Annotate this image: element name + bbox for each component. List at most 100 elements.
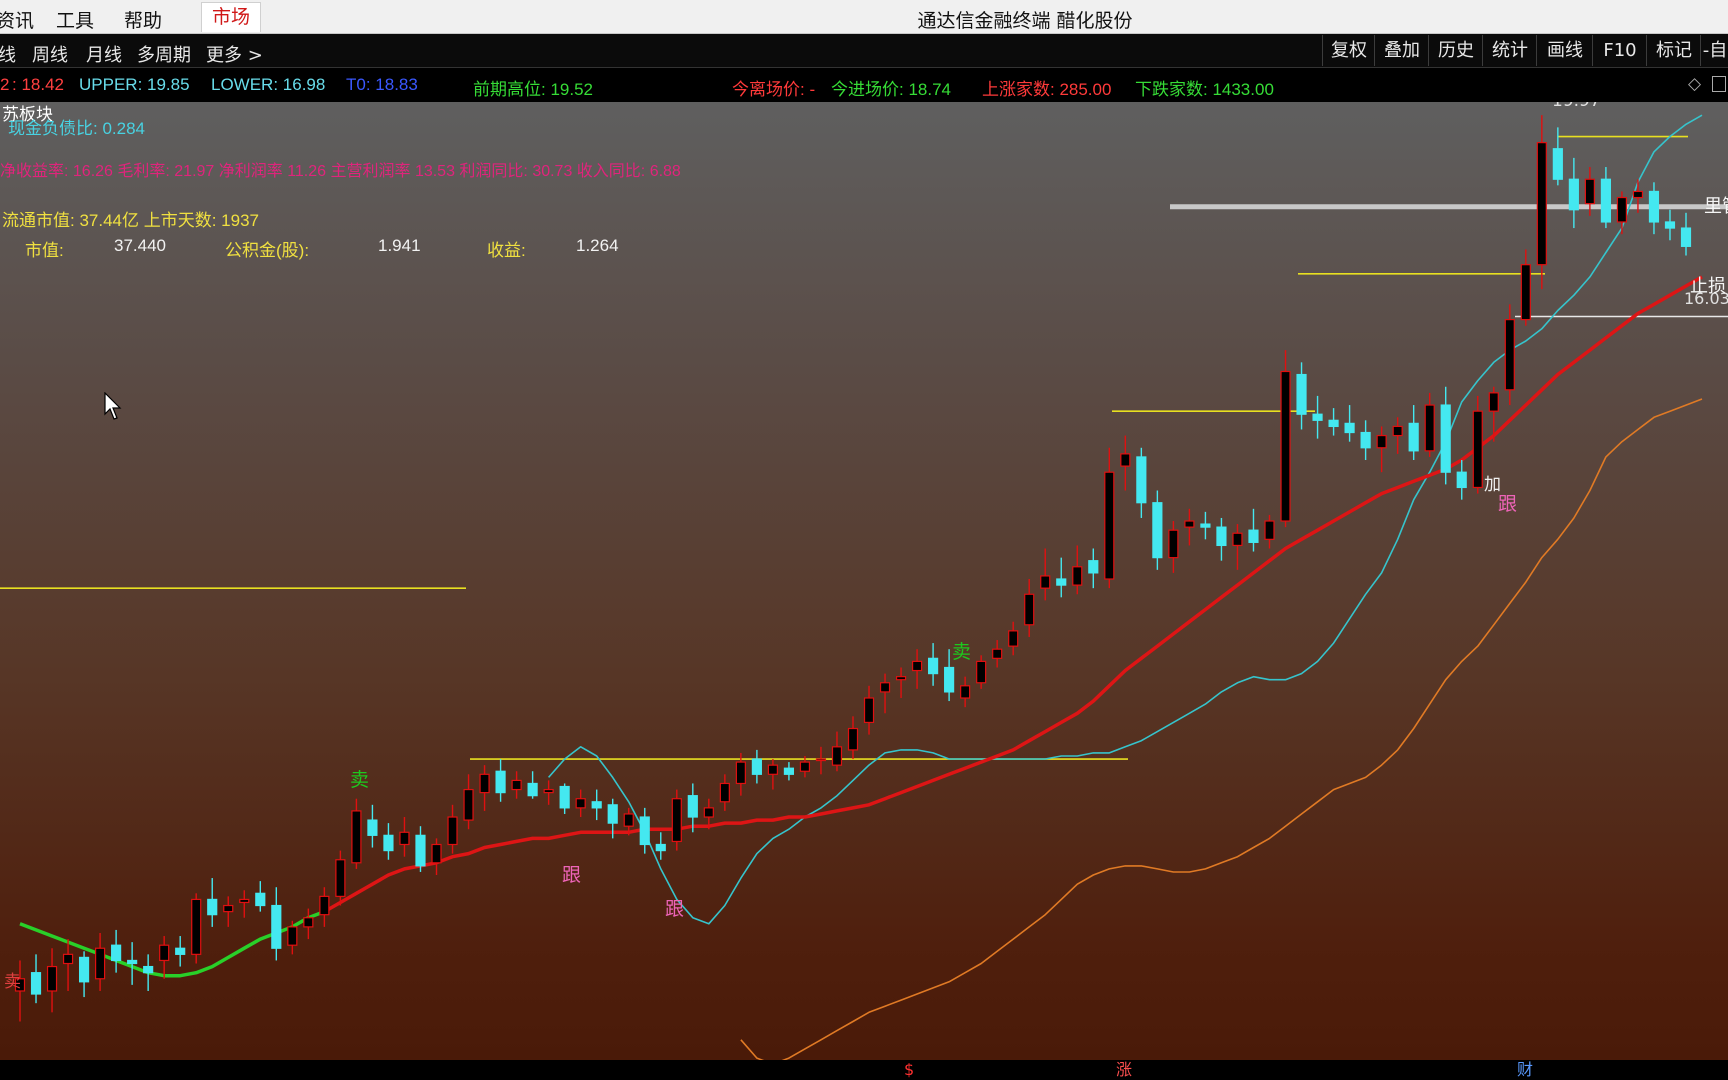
period-more[interactable]: 更多 > bbox=[206, 41, 263, 67]
candle-body bbox=[271, 904, 282, 949]
candle-body bbox=[1072, 566, 1083, 586]
candle-body bbox=[1216, 526, 1227, 547]
period-week[interactable]: 周线 bbox=[32, 41, 68, 67]
candle-body bbox=[239, 898, 250, 904]
candle-body bbox=[1168, 529, 1179, 559]
bottom-marker-rise[interactable]: 涨 bbox=[1116, 1060, 1132, 1080]
candle-body bbox=[463, 788, 474, 821]
bottom-marker-finance[interactable]: 财 bbox=[1517, 1060, 1533, 1080]
candle-body bbox=[1152, 502, 1163, 559]
candle-body bbox=[1184, 520, 1195, 528]
sell-signal-label: 卖 bbox=[4, 972, 21, 992]
candle-body bbox=[159, 944, 170, 962]
candle-body bbox=[928, 657, 939, 675]
candle-body bbox=[1520, 264, 1531, 321]
candle-body bbox=[1280, 370, 1291, 522]
candle-body bbox=[351, 810, 362, 864]
candle-body bbox=[479, 773, 490, 794]
candle-body bbox=[1392, 425, 1403, 437]
candle-body bbox=[1136, 456, 1147, 504]
candle-body bbox=[495, 770, 506, 794]
market-tab[interactable]: 市场 bbox=[201, 2, 261, 32]
candle-body bbox=[78, 956, 90, 983]
candle-body bbox=[1040, 575, 1051, 589]
candle-body bbox=[623, 813, 634, 827]
candle-body bbox=[719, 782, 730, 803]
menu-tools[interactable]: 工具 bbox=[56, 6, 94, 33]
indicator-t0: T0: 18.83 bbox=[346, 75, 418, 94]
candle-body bbox=[95, 947, 106, 980]
indicator-up-count: 上涨家数: 285.00 bbox=[982, 80, 1112, 99]
menubar: 资讯 工具 帮助 市场 通达信金融终端 醋化股份 bbox=[0, 0, 1728, 34]
eps-value: 1.264 bbox=[576, 236, 619, 255]
indicator-prev-high: 前期高位: 19.52 bbox=[473, 80, 593, 99]
candle-body bbox=[143, 965, 154, 974]
indicator-bar: 2 : 18.42 UPPER: 19.85 LOWER: 16.98 T0: … bbox=[0, 68, 1728, 102]
candle-body bbox=[191, 898, 202, 955]
candle-body bbox=[895, 676, 907, 681]
stats-button[interactable]: 统计 bbox=[1482, 35, 1537, 66]
menu-info[interactable]: 资讯 bbox=[0, 6, 34, 33]
window-toggle-icon[interactable] bbox=[1712, 76, 1726, 92]
diamond-icon[interactable]: ◇ bbox=[1688, 74, 1701, 94]
candle-body bbox=[335, 859, 346, 897]
candle-body bbox=[1296, 373, 1307, 415]
candle-body bbox=[1680, 227, 1692, 247]
ma-line-red bbox=[323, 275, 1703, 914]
overlay-button[interactable]: 叠加 bbox=[1374, 35, 1429, 66]
restore-rights-button[interactable]: 复权 bbox=[1322, 35, 1375, 66]
draw-button[interactable]: 画线 bbox=[1536, 35, 1593, 66]
candle-body bbox=[1440, 404, 1451, 473]
period-day[interactable]: 线 bbox=[0, 41, 16, 67]
candle-body bbox=[1536, 142, 1547, 266]
candle-body bbox=[303, 917, 314, 928]
follow-signal-label: 跟 bbox=[1498, 493, 1517, 515]
history-button[interactable]: 历史 bbox=[1428, 35, 1483, 66]
candle-body bbox=[415, 834, 426, 867]
candle-body bbox=[431, 843, 442, 864]
stop-loss-label: 止损 bbox=[1690, 276, 1726, 297]
kline-chart[interactable]: 卖卖卖跟跟跟加19.9716.03里管止损 苏板块 现金负债比: 0.284 净… bbox=[0, 102, 1728, 1060]
candle-body bbox=[1488, 392, 1499, 412]
f10-button[interactable]: F10 bbox=[1592, 35, 1647, 66]
period-month[interactable]: 月线 bbox=[86, 41, 122, 67]
candle-body bbox=[1664, 221, 1676, 229]
candle-body bbox=[671, 798, 682, 843]
candle-body bbox=[1264, 520, 1275, 540]
candle-body bbox=[735, 761, 746, 785]
candle-body bbox=[831, 746, 843, 766]
float-cap-label: 流通市值: 37.44亿 上市天数: 1937 bbox=[2, 211, 259, 230]
candle-body bbox=[655, 843, 666, 852]
period-multi[interactable]: 多周期 bbox=[137, 41, 191, 67]
lower-band-line bbox=[740, 398, 1703, 1060]
period-toolbar: 线 周线 月线 多周期 更多 > 复权 叠加 历史 统计 画线 F10 标记 -… bbox=[0, 34, 1728, 68]
candle-body bbox=[223, 904, 234, 913]
bottom-marker-dollar[interactable]: $ bbox=[904, 1060, 914, 1080]
candle-body bbox=[1248, 529, 1259, 543]
candle-body bbox=[863, 697, 875, 724]
mouse-cursor-icon bbox=[104, 392, 122, 420]
candle-body bbox=[639, 816, 650, 846]
indicator-entry-price: 今进场价: 18.74 bbox=[831, 80, 951, 99]
candle-body bbox=[111, 944, 122, 962]
menu-help[interactable]: 帮助 bbox=[124, 6, 162, 33]
candle-body bbox=[1376, 434, 1387, 449]
candle-body bbox=[1024, 593, 1035, 626]
mkt-value: 37.440 bbox=[114, 236, 166, 255]
candle-body bbox=[976, 660, 987, 684]
follow-signal-label: 跟 bbox=[562, 864, 581, 886]
candle-body bbox=[1632, 190, 1644, 199]
high-price-label: 19.97 bbox=[1552, 102, 1601, 111]
candle-body bbox=[207, 898, 218, 916]
mark-button[interactable]: 标记 bbox=[1646, 35, 1701, 66]
cash-ratio-label: 现金负债比: 0.284 bbox=[8, 119, 145, 138]
candle-body bbox=[799, 761, 811, 772]
follow-signal-label: 跟 bbox=[665, 898, 684, 920]
candle-body bbox=[992, 648, 1003, 659]
candle-body bbox=[607, 804, 618, 824]
candle-body bbox=[367, 819, 378, 836]
indicator-upper: UPPER: 19.85 bbox=[79, 75, 190, 94]
candle-body bbox=[559, 785, 570, 809]
custom-button[interactable]: -自 bbox=[1700, 35, 1728, 66]
candle-body bbox=[62, 953, 74, 965]
